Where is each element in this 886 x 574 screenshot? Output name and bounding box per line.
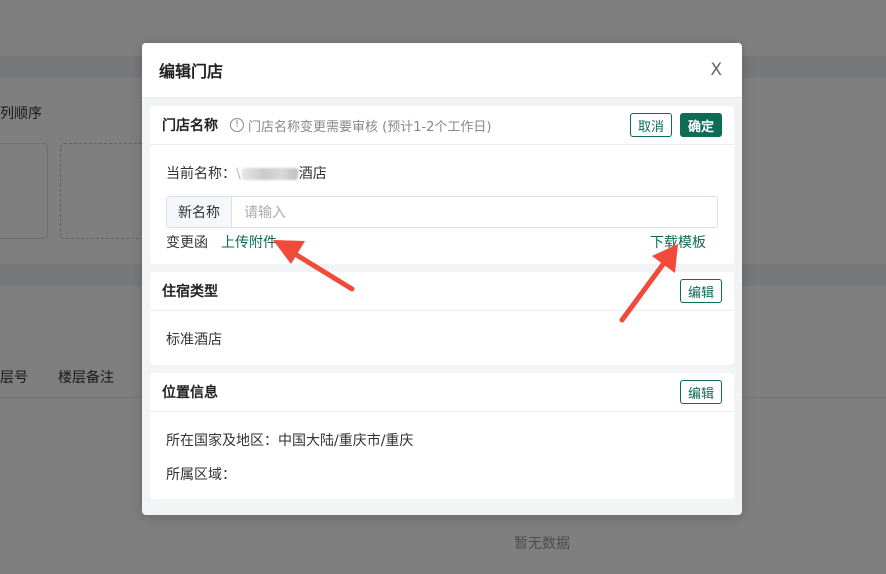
lodging-type-card-body: 标准酒店 [150,329,734,349]
review-hint: ! 门店名称变更需要审核 (预计1-2个工作日) [230,116,492,135]
change-letter-row: 变更函 上传附件 下载模板 [166,232,718,252]
new-name-input-group: 新名称 [166,196,718,228]
country-row: 所在国家及地区：中国大陆/重庆市/重庆 [166,430,718,450]
lodging-type-card-header: 住宿类型 编辑 [150,272,734,311]
current-name-row: 当前名称：\ 酒店 [166,163,718,183]
dialog-title: 编辑门店 [159,62,224,81]
location-card: 位置信息 编辑 所在国家及地区：中国大陆/重庆市/重庆 所属区域： [150,373,734,499]
store-name-card-body: 当前名称：\ 酒店 新名称 变更函 上传附件 下载模板 [150,163,734,252]
redacted-text [241,168,298,180]
country-value: 中国大陆/重庆市/重庆 [278,433,414,449]
lodging-type-title: 住宿类型 [162,284,218,300]
close-icon[interactable]: X [710,61,722,79]
new-name-label: 新名称 [167,197,232,227]
store-name-actions: 取消 确定 [629,113,722,137]
lodging-type-actions: 编辑 [679,279,722,303]
upload-attachment-link[interactable]: 上传附件 [221,232,277,252]
lodging-type-value: 标准酒店 [166,332,222,348]
store-name-title: 门店名称 [162,118,218,134]
new-name-input[interactable] [232,197,717,227]
review-hint-text: 门店名称变更需要审核 (预计1-2个工作日) [248,119,492,135]
location-title: 位置信息 [162,385,218,401]
district-label: 所属区域： [166,467,236,483]
info-icon: ! [230,118,244,132]
country-label: 所在国家及地区： [166,433,278,449]
change-letter-label: 变更函 [166,235,208,251]
location-card-header: 位置信息 编辑 [150,373,734,412]
current-name-label: 当前名称： [166,166,236,182]
edit-store-dialog: 编辑门店 X 门店名称 ! 门店名称变更需要审核 (预计1-2个工作日) 取消 … [142,43,742,515]
district-row: 所属区域： [166,464,718,484]
current-name-prefix: \ [236,166,241,182]
confirm-button[interactable]: 确定 [679,113,722,137]
download-template-link[interactable]: 下载模板 [650,232,706,252]
lodging-type-card: 住宿类型 编辑 标准酒店 [150,272,734,365]
current-name-suffix: 酒店 [298,166,327,182]
edit-location-button[interactable]: 编辑 [679,380,722,404]
location-actions: 编辑 [679,380,722,404]
store-name-card-header: 门店名称 ! 门店名称变更需要审核 (预计1-2个工作日) 取消 确定 [150,106,734,145]
store-name-card: 门店名称 ! 门店名称变更需要审核 (预计1-2个工作日) 取消 确定 当前名称… [150,106,734,264]
edit-lodging-button[interactable]: 编辑 [679,279,722,303]
dialog-header: 编辑门店 X [142,43,742,98]
current-name-value: \ 酒店 [236,163,327,183]
cancel-button[interactable]: 取消 [629,113,672,137]
location-card-body: 所在国家及地区：中国大陆/重庆市/重庆 所属区域： [150,430,734,484]
